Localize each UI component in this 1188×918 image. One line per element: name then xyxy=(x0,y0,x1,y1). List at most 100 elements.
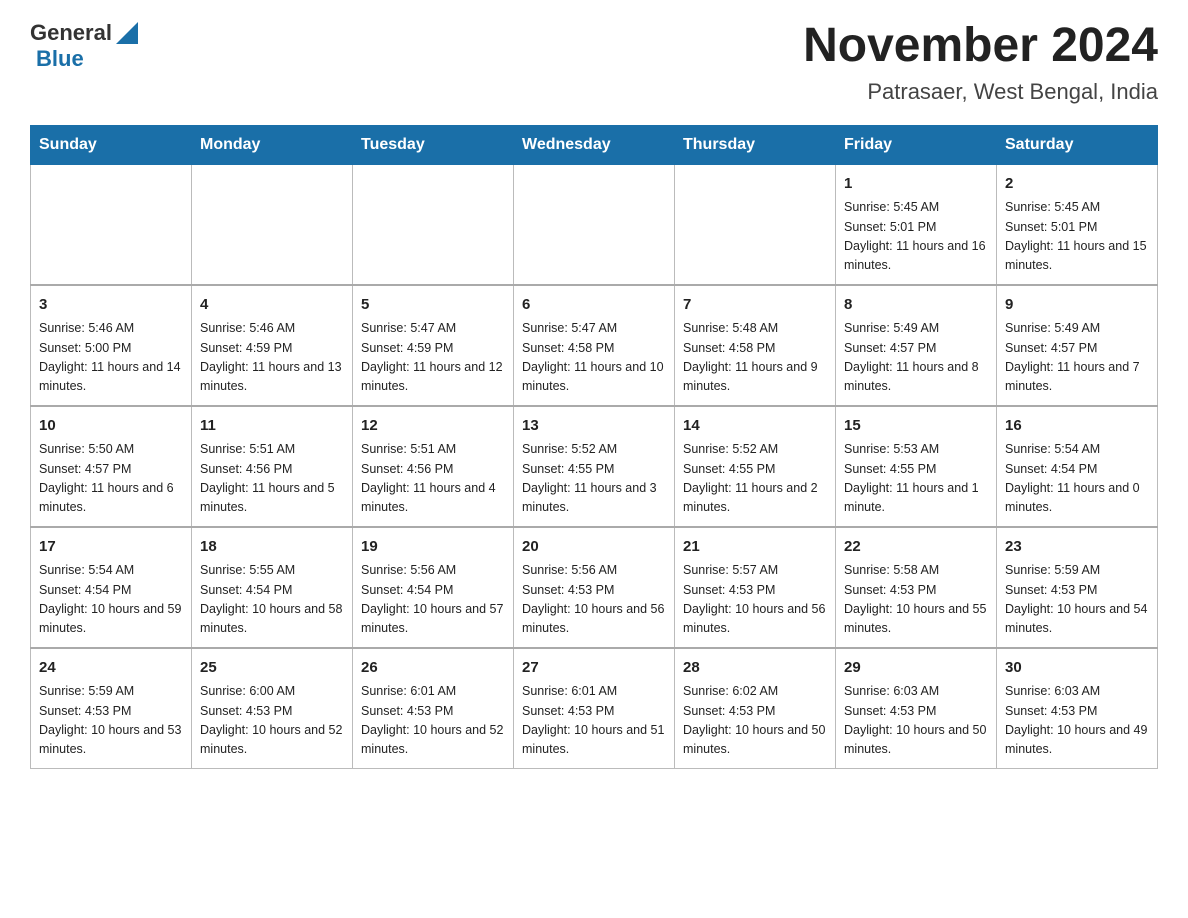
calendar-day-cell: 15Sunrise: 5:53 AM Sunset: 4:55 PM Dayli… xyxy=(836,406,997,527)
day-number: 29 xyxy=(844,657,988,680)
day-number: 27 xyxy=(522,657,666,680)
title-section: November 2024 Patrasaer, West Bengal, In… xyxy=(803,20,1158,105)
day-info: Sunrise: 6:00 AM Sunset: 4:53 PM Dayligh… xyxy=(200,682,344,760)
subtitle: Patrasaer, West Bengal, India xyxy=(803,79,1158,105)
day-number: 15 xyxy=(844,415,988,438)
calendar-week-row: 10Sunrise: 5:50 AM Sunset: 4:57 PM Dayli… xyxy=(31,406,1158,527)
calendar-day-cell: 3Sunrise: 5:46 AM Sunset: 5:00 PM Daylig… xyxy=(31,285,192,406)
calendar-day-cell: 1Sunrise: 5:45 AM Sunset: 5:01 PM Daylig… xyxy=(836,164,997,285)
calendar-day-cell: 18Sunrise: 5:55 AM Sunset: 4:54 PM Dayli… xyxy=(192,527,353,648)
day-number: 5 xyxy=(361,294,505,317)
main-title: November 2024 xyxy=(803,20,1158,73)
calendar-table: SundayMondayTuesdayWednesdayThursdayFrid… xyxy=(30,125,1158,769)
day-info: Sunrise: 5:49 AM Sunset: 4:57 PM Dayligh… xyxy=(1005,319,1149,397)
day-number: 24 xyxy=(39,657,183,680)
calendar-day-header: Thursday xyxy=(675,125,836,164)
day-number: 8 xyxy=(844,294,988,317)
calendar-day-header: Wednesday xyxy=(514,125,675,164)
day-number: 6 xyxy=(522,294,666,317)
day-info: Sunrise: 6:03 AM Sunset: 4:53 PM Dayligh… xyxy=(1005,682,1149,760)
day-number: 12 xyxy=(361,415,505,438)
day-info: Sunrise: 6:02 AM Sunset: 4:53 PM Dayligh… xyxy=(683,682,827,760)
calendar-day-cell xyxy=(31,164,192,285)
day-info: Sunrise: 5:57 AM Sunset: 4:53 PM Dayligh… xyxy=(683,561,827,639)
calendar-day-cell xyxy=(192,164,353,285)
calendar-day-cell: 30Sunrise: 6:03 AM Sunset: 4:53 PM Dayli… xyxy=(997,648,1158,769)
day-number: 17 xyxy=(39,536,183,559)
calendar-day-cell: 17Sunrise: 5:54 AM Sunset: 4:54 PM Dayli… xyxy=(31,527,192,648)
calendar-day-cell: 28Sunrise: 6:02 AM Sunset: 4:53 PM Dayli… xyxy=(675,648,836,769)
day-info: Sunrise: 5:45 AM Sunset: 5:01 PM Dayligh… xyxy=(844,198,988,276)
logo: General Blue xyxy=(30,20,138,72)
calendar-day-header: Tuesday xyxy=(353,125,514,164)
day-number: 16 xyxy=(1005,415,1149,438)
day-info: Sunrise: 5:55 AM Sunset: 4:54 PM Dayligh… xyxy=(200,561,344,639)
page-header: General Blue November 2024 Patrasaer, We… xyxy=(30,20,1158,105)
calendar-day-cell xyxy=(514,164,675,285)
day-info: Sunrise: 5:56 AM Sunset: 4:54 PM Dayligh… xyxy=(361,561,505,639)
day-number: 13 xyxy=(522,415,666,438)
logo-text-general: General xyxy=(30,20,112,46)
day-info: Sunrise: 5:52 AM Sunset: 4:55 PM Dayligh… xyxy=(522,440,666,518)
calendar-day-cell: 19Sunrise: 5:56 AM Sunset: 4:54 PM Dayli… xyxy=(353,527,514,648)
day-number: 2 xyxy=(1005,173,1149,196)
day-number: 3 xyxy=(39,294,183,317)
calendar-day-cell: 2Sunrise: 5:45 AM Sunset: 5:01 PM Daylig… xyxy=(997,164,1158,285)
logo-text-blue: Blue xyxy=(36,46,84,72)
day-number: 10 xyxy=(39,415,183,438)
day-info: Sunrise: 5:56 AM Sunset: 4:53 PM Dayligh… xyxy=(522,561,666,639)
calendar-day-cell: 14Sunrise: 5:52 AM Sunset: 4:55 PM Dayli… xyxy=(675,406,836,527)
calendar-day-cell: 12Sunrise: 5:51 AM Sunset: 4:56 PM Dayli… xyxy=(353,406,514,527)
calendar-day-cell: 11Sunrise: 5:51 AM Sunset: 4:56 PM Dayli… xyxy=(192,406,353,527)
calendar-day-cell: 25Sunrise: 6:00 AM Sunset: 4:53 PM Dayli… xyxy=(192,648,353,769)
logo-triangle-icon xyxy=(116,22,138,44)
calendar-day-header: Monday xyxy=(192,125,353,164)
calendar-day-cell: 23Sunrise: 5:59 AM Sunset: 4:53 PM Dayli… xyxy=(997,527,1158,648)
calendar-day-cell: 24Sunrise: 5:59 AM Sunset: 4:53 PM Dayli… xyxy=(31,648,192,769)
day-number: 26 xyxy=(361,657,505,680)
calendar-day-cell: 16Sunrise: 5:54 AM Sunset: 4:54 PM Dayli… xyxy=(997,406,1158,527)
day-info: Sunrise: 5:46 AM Sunset: 4:59 PM Dayligh… xyxy=(200,319,344,397)
day-number: 4 xyxy=(200,294,344,317)
calendar-day-header: Friday xyxy=(836,125,997,164)
day-info: Sunrise: 5:54 AM Sunset: 4:54 PM Dayligh… xyxy=(1005,440,1149,518)
day-number: 30 xyxy=(1005,657,1149,680)
day-info: Sunrise: 5:49 AM Sunset: 4:57 PM Dayligh… xyxy=(844,319,988,397)
day-info: Sunrise: 5:46 AM Sunset: 5:00 PM Dayligh… xyxy=(39,319,183,397)
day-info: Sunrise: 5:58 AM Sunset: 4:53 PM Dayligh… xyxy=(844,561,988,639)
day-number: 7 xyxy=(683,294,827,317)
calendar-header-row: SundayMondayTuesdayWednesdayThursdayFrid… xyxy=(31,125,1158,164)
calendar-day-cell xyxy=(675,164,836,285)
calendar-day-cell: 7Sunrise: 5:48 AM Sunset: 4:58 PM Daylig… xyxy=(675,285,836,406)
day-number: 28 xyxy=(683,657,827,680)
calendar-day-cell: 8Sunrise: 5:49 AM Sunset: 4:57 PM Daylig… xyxy=(836,285,997,406)
calendar-day-cell: 21Sunrise: 5:57 AM Sunset: 4:53 PM Dayli… xyxy=(675,527,836,648)
calendar-day-cell: 6Sunrise: 5:47 AM Sunset: 4:58 PM Daylig… xyxy=(514,285,675,406)
calendar-day-cell: 10Sunrise: 5:50 AM Sunset: 4:57 PM Dayli… xyxy=(31,406,192,527)
day-number: 18 xyxy=(200,536,344,559)
calendar-day-cell: 29Sunrise: 6:03 AM Sunset: 4:53 PM Dayli… xyxy=(836,648,997,769)
day-info: Sunrise: 5:47 AM Sunset: 4:59 PM Dayligh… xyxy=(361,319,505,397)
calendar-day-cell: 22Sunrise: 5:58 AM Sunset: 4:53 PM Dayli… xyxy=(836,527,997,648)
day-number: 21 xyxy=(683,536,827,559)
day-info: Sunrise: 5:59 AM Sunset: 4:53 PM Dayligh… xyxy=(1005,561,1149,639)
day-number: 25 xyxy=(200,657,344,680)
day-info: Sunrise: 5:45 AM Sunset: 5:01 PM Dayligh… xyxy=(1005,198,1149,276)
day-info: Sunrise: 5:52 AM Sunset: 4:55 PM Dayligh… xyxy=(683,440,827,518)
calendar-day-cell: 9Sunrise: 5:49 AM Sunset: 4:57 PM Daylig… xyxy=(997,285,1158,406)
calendar-day-cell: 27Sunrise: 6:01 AM Sunset: 4:53 PM Dayli… xyxy=(514,648,675,769)
day-number: 11 xyxy=(200,415,344,438)
day-info: Sunrise: 5:54 AM Sunset: 4:54 PM Dayligh… xyxy=(39,561,183,639)
day-info: Sunrise: 6:03 AM Sunset: 4:53 PM Dayligh… xyxy=(844,682,988,760)
day-info: Sunrise: 5:59 AM Sunset: 4:53 PM Dayligh… xyxy=(39,682,183,760)
day-number: 9 xyxy=(1005,294,1149,317)
day-number: 22 xyxy=(844,536,988,559)
day-info: Sunrise: 5:51 AM Sunset: 4:56 PM Dayligh… xyxy=(200,440,344,518)
day-info: Sunrise: 5:50 AM Sunset: 4:57 PM Dayligh… xyxy=(39,440,183,518)
day-info: Sunrise: 5:51 AM Sunset: 4:56 PM Dayligh… xyxy=(361,440,505,518)
calendar-week-row: 24Sunrise: 5:59 AM Sunset: 4:53 PM Dayli… xyxy=(31,648,1158,769)
day-number: 20 xyxy=(522,536,666,559)
calendar-day-cell: 4Sunrise: 5:46 AM Sunset: 4:59 PM Daylig… xyxy=(192,285,353,406)
calendar-day-header: Saturday xyxy=(997,125,1158,164)
day-info: Sunrise: 5:47 AM Sunset: 4:58 PM Dayligh… xyxy=(522,319,666,397)
